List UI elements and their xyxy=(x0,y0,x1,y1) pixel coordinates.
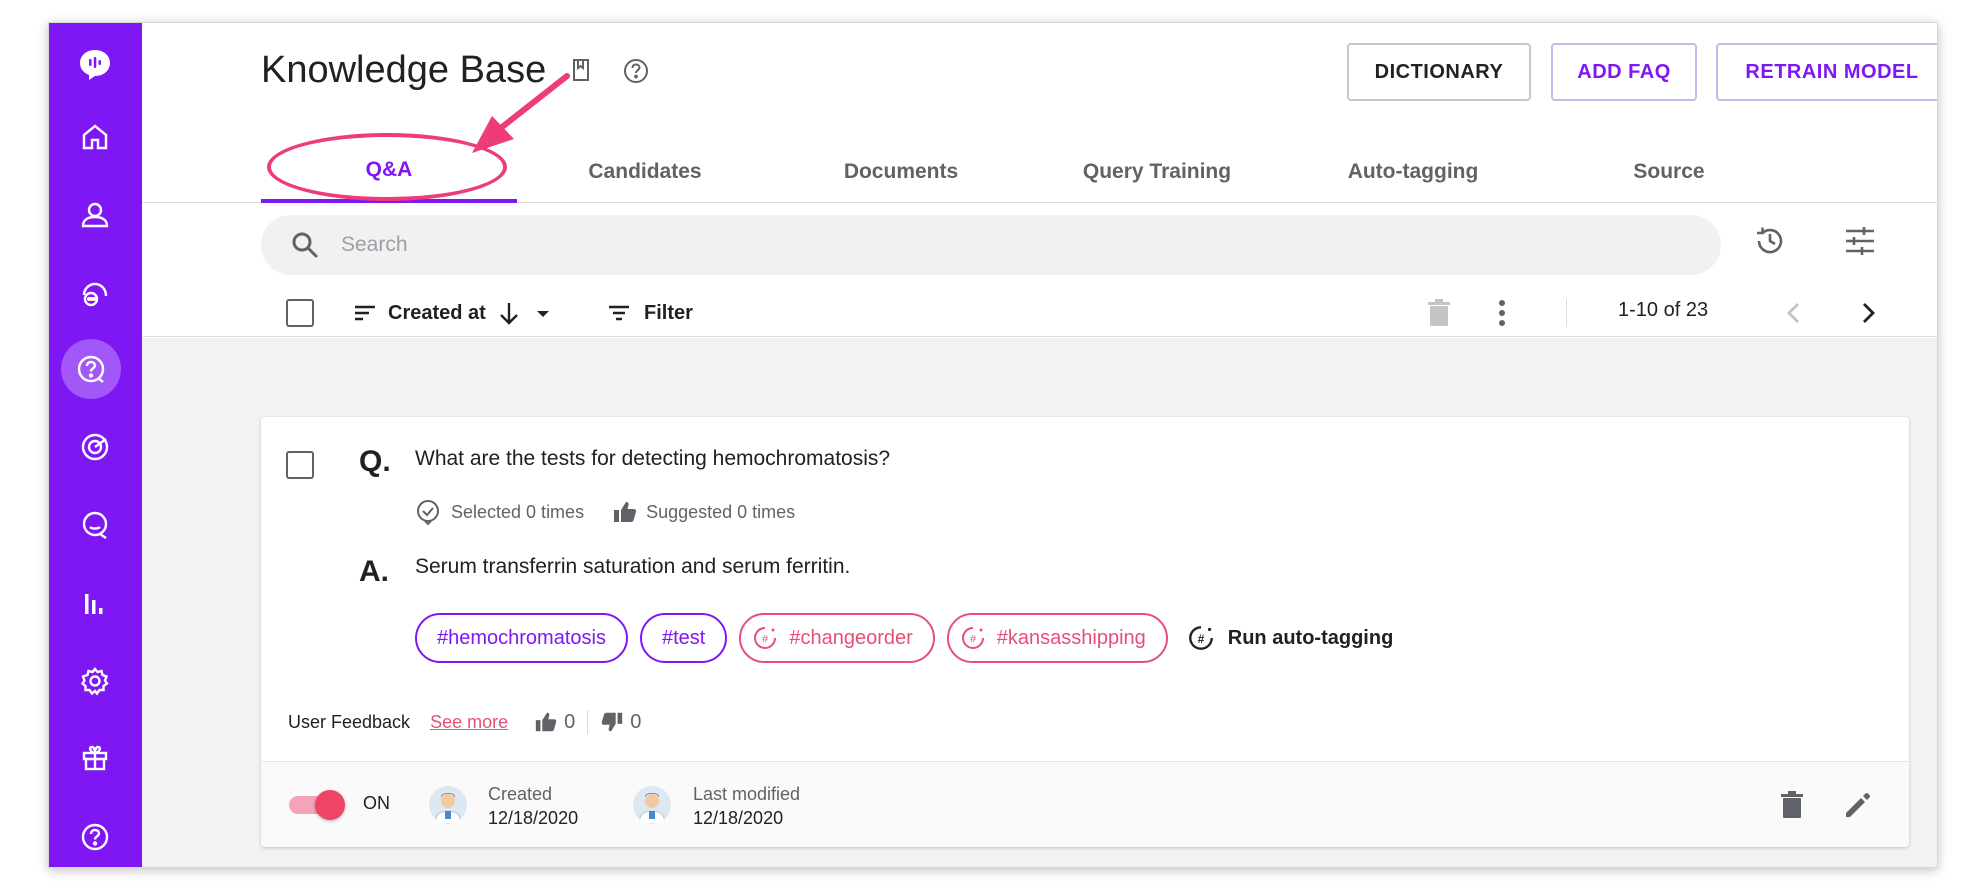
filter-label: Filter xyxy=(644,301,693,324)
tab-query-training[interactable]: Query Training xyxy=(1029,141,1285,203)
enabled-toggle[interactable] xyxy=(289,790,347,820)
created-date: 12/18/2020 xyxy=(488,808,579,828)
auto-tag-icon: # xyxy=(1188,626,1213,650)
retrain-model-button[interactable]: RETRAIN MODEL xyxy=(1716,43,1937,101)
auto-tag-label: #changeorder xyxy=(789,626,913,649)
tab-bar: Q&A Candidates Documents Query Training … xyxy=(261,141,1531,203)
delete-icon[interactable] xyxy=(1777,788,1807,827)
thumbs-down-count: 0 xyxy=(630,710,642,733)
app-window: Knowledge Base DICTIONARY ADD FAQ RETRAI… xyxy=(48,22,1938,868)
creator-avatar xyxy=(429,786,467,824)
user-feedback: User Feedback See more 0 0 xyxy=(288,710,641,734)
arrow-down-icon xyxy=(499,303,518,325)
chat-bubbles-icon[interactable] xyxy=(67,265,123,321)
gift-icon[interactable] xyxy=(67,729,123,785)
filter-icon xyxy=(609,305,629,321)
chevron-left-icon[interactable] xyxy=(1779,298,1809,333)
filter-control[interactable]: Filter xyxy=(606,293,693,333)
faq-list: Q. What are the tests for detecting hemo… xyxy=(142,338,1937,867)
selected-count: Selected 0 times xyxy=(451,501,585,522)
bulk-delete-icon[interactable] xyxy=(1424,297,1454,334)
created-info: Created 12/18/2020 xyxy=(488,782,578,830)
faq-icon[interactable] xyxy=(61,339,121,399)
more-vertical-icon[interactable] xyxy=(1492,297,1512,334)
run-auto-tagging-button[interactable]: # Run auto-tagging xyxy=(1186,623,1394,653)
search-input[interactable] xyxy=(341,215,1641,275)
answer-marker: A. xyxy=(359,555,389,588)
edit-pencil-icon[interactable] xyxy=(1841,788,1875,827)
thumbs-up-icon[interactable] xyxy=(534,710,558,734)
select-all-checkbox[interactable] xyxy=(286,299,314,327)
faq-card-footer: ON Created 12/18/2020 Last modified 12/1… xyxy=(261,761,1909,847)
page-header: Knowledge Base DICTIONARY ADD FAQ RETRAI… xyxy=(142,23,1937,203)
thumbs-up-count: 0 xyxy=(564,710,576,733)
user-icon[interactable] xyxy=(67,187,123,243)
tab-qa[interactable]: Q&A xyxy=(261,141,517,203)
suggested-count: Suggested 0 times xyxy=(646,501,796,522)
chevron-right-icon[interactable] xyxy=(1853,298,1883,333)
message-icon[interactable] xyxy=(67,497,123,553)
bookmark-icon[interactable] xyxy=(568,57,594,88)
modified-date: 12/18/2020 xyxy=(693,808,784,828)
question-text[interactable]: What are the tests for detecting hemochr… xyxy=(415,447,890,471)
help-circle-icon[interactable] xyxy=(622,57,650,90)
tune-icon[interactable] xyxy=(1842,223,1878,264)
svg-text:#: # xyxy=(970,634,977,646)
help-icon[interactable] xyxy=(67,809,123,865)
created-label: Created xyxy=(488,784,553,804)
list-toolbar: Created at Filter 1-10 of 23 xyxy=(142,203,1937,337)
pagination-range: 1-10 of 23 xyxy=(1618,299,1709,321)
gear-icon[interactable] xyxy=(67,653,123,709)
auto-tag-chip[interactable]: # #kansasshipping xyxy=(946,613,1168,663)
logo-icon[interactable] xyxy=(67,37,123,93)
modified-info: Last modified 12/18/2020 xyxy=(693,782,800,830)
tab-source[interactable]: Source xyxy=(1541,141,1797,203)
question-marker: Q. xyxy=(359,445,391,478)
radar-icon[interactable] xyxy=(67,419,123,475)
run-auto-tagging-label: Run auto-tagging xyxy=(1227,626,1394,649)
auto-tag-icon: # xyxy=(754,627,777,649)
svg-text:#: # xyxy=(762,634,769,646)
dictionary-button[interactable]: DICTIONARY xyxy=(1347,43,1531,101)
modified-label: Last modified xyxy=(693,784,801,804)
faq-card-checkbox[interactable] xyxy=(286,451,314,479)
sidebar xyxy=(49,23,142,867)
page-title: Knowledge Base xyxy=(261,49,547,91)
toolbar-divider xyxy=(1566,299,1567,327)
thumbs-up-icon xyxy=(614,502,637,522)
tab-documents[interactable]: Documents xyxy=(773,141,1029,203)
search-bar xyxy=(261,215,1721,275)
sort-label: Created at xyxy=(388,301,486,324)
tag-list: #hemochromatosis #test # #changeorder # … xyxy=(415,613,1393,663)
home-icon[interactable] xyxy=(67,109,123,165)
toggle-label: ON xyxy=(363,793,390,813)
analytics-icon[interactable] xyxy=(67,575,123,631)
auto-tag-label: #kansasshipping xyxy=(996,626,1146,649)
modifier-avatar xyxy=(633,786,671,824)
caret-down-icon xyxy=(536,311,549,317)
tag-chip[interactable]: #hemochromatosis xyxy=(415,613,628,663)
add-faq-button[interactable]: ADD FAQ xyxy=(1551,43,1697,101)
tag-chip[interactable]: #test xyxy=(639,613,728,663)
faq-card: Q. What are the tests for detecting hemo… xyxy=(261,417,1909,847)
auto-tag-chip[interactable]: # #changeorder xyxy=(739,613,935,663)
check-badge-icon xyxy=(417,500,439,525)
sort-control[interactable]: Created at xyxy=(352,293,554,333)
feedback-divider xyxy=(587,710,589,734)
faq-stats: Selected 0 times Suggested 0 times xyxy=(415,499,795,525)
see-more-link[interactable]: See more xyxy=(430,712,508,733)
search-icon xyxy=(289,229,321,266)
tab-candidates[interactable]: Candidates xyxy=(517,141,773,203)
auto-tag-icon: # xyxy=(961,627,984,649)
svg-text:#: # xyxy=(1197,633,1204,646)
answer-text[interactable]: Serum transferrin saturation and serum f… xyxy=(415,555,850,579)
history-icon[interactable] xyxy=(1752,223,1788,264)
thumbs-down-icon[interactable] xyxy=(600,710,624,734)
tab-auto-tagging[interactable]: Auto-tagging xyxy=(1285,141,1541,203)
feedback-label: User Feedback xyxy=(288,711,411,732)
main-area: Knowledge Base DICTIONARY ADD FAQ RETRAI… xyxy=(142,23,1937,867)
